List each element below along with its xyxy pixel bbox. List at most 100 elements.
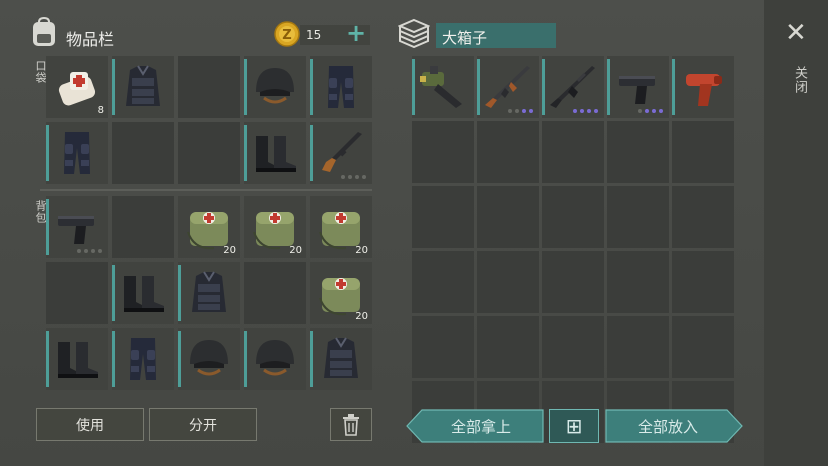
item-count: 20 (355, 245, 368, 256)
empty-slot[interactable] (412, 316, 474, 378)
attachment-dot (341, 175, 345, 179)
attachment-dot (355, 175, 359, 179)
inventory-slot[interactable] (178, 262, 240, 324)
slot-equip-marker (310, 125, 313, 181)
inventory-slot[interactable] (178, 328, 240, 390)
empty-slot[interactable] (542, 121, 604, 183)
empty-slot[interactable] (672, 316, 734, 378)
slot-equip-marker (112, 59, 115, 115)
slot-equip-marker (244, 59, 247, 115)
slot-equip-marker (178, 265, 181, 321)
attachment-dot (362, 175, 366, 179)
add-coins-button[interactable]: + (346, 20, 366, 46)
inventory-slot[interactable] (310, 56, 372, 118)
empty-slot[interactable] (112, 196, 174, 258)
attachment-dot (77, 249, 81, 253)
empty-slot[interactable] (607, 121, 669, 183)
take-all-button[interactable]: 全部拿上 (406, 409, 544, 443)
empty-slot[interactable] (607, 251, 669, 313)
attachment-dot (98, 249, 102, 253)
empty-slot[interactable] (46, 262, 108, 324)
inventory-slot[interactable] (244, 56, 306, 118)
slot-equip-marker (607, 59, 610, 115)
empty-slot[interactable] (672, 121, 734, 183)
inventory-slot[interactable] (112, 262, 174, 324)
empty-slot[interactable] (477, 186, 539, 248)
inventory-slot[interactable]: 20 (244, 196, 306, 258)
slot-equip-marker (310, 59, 313, 115)
inventory-slot[interactable] (244, 122, 306, 184)
inventory-slot[interactable] (310, 122, 372, 184)
box-title: 大箱子 (442, 29, 488, 47)
inventory-slot[interactable]: 20 (310, 262, 372, 324)
split-button[interactable]: 分开 (149, 408, 257, 441)
attachment-dot (84, 249, 88, 253)
empty-slot[interactable] (542, 316, 604, 378)
inventory-slot[interactable] (46, 196, 108, 258)
svg-text:Z: Z (282, 28, 291, 43)
empty-slot[interactable] (412, 251, 474, 313)
empty-slot[interactable] (178, 122, 240, 184)
trash-button[interactable] (330, 408, 372, 441)
empty-slot[interactable] (607, 316, 669, 378)
empty-slot[interactable] (542, 186, 604, 248)
attachment-dot (652, 109, 656, 113)
slot-equip-marker (542, 59, 545, 115)
slot-equip-marker (46, 331, 49, 387)
inventory-slot[interactable] (477, 56, 539, 118)
trash-icon (343, 413, 359, 436)
inventory-slot[interactable] (112, 56, 174, 118)
inventory-slot[interactable]: 20 (310, 196, 372, 258)
close-button[interactable]: ✕ (785, 18, 807, 48)
box-icon (397, 18, 431, 49)
inventory-slot[interactable] (310, 328, 372, 390)
empty-slot[interactable] (542, 251, 604, 313)
inventory-slot[interactable]: 20 (178, 196, 240, 258)
inventory-slot[interactable] (244, 328, 306, 390)
inventory-screen: 物品栏 Z 15 + 大箱子 ✕ 关闭 口袋 背包 8 20 20 20 20 使用 … (0, 0, 828, 466)
empty-slot[interactable] (672, 186, 734, 248)
grid-sort-icon: ⊞ (565, 414, 583, 438)
slot-equip-marker (244, 331, 247, 387)
slot-equip-marker (477, 59, 480, 115)
empty-slot[interactable] (244, 262, 306, 324)
slot-equip-marker (310, 331, 313, 387)
attachment-dot (529, 109, 533, 113)
slot-equip-marker (112, 331, 115, 387)
attachment-dot (515, 109, 519, 113)
inventory-slot[interactable] (672, 56, 734, 118)
item-count: 20 (289, 245, 302, 256)
attachment-dots (508, 109, 533, 113)
inventory-slot[interactable] (412, 56, 474, 118)
empty-slot[interactable] (412, 121, 474, 183)
put-all-button[interactable]: 全部放入 (605, 409, 743, 443)
slot-equip-marker (672, 59, 675, 115)
sort-grid-button[interactable]: ⊞ (549, 409, 599, 443)
put-all-label: 全部放入 (637, 417, 698, 436)
inventory-slot[interactable] (46, 122, 108, 184)
close-label: 关闭 (792, 66, 807, 94)
empty-slot[interactable] (477, 251, 539, 313)
inventory-slot[interactable] (112, 328, 174, 390)
item-count: 20 (223, 245, 236, 256)
inventory-title: 物品栏 (66, 30, 115, 49)
attachment-dots (573, 109, 598, 113)
inventory-slot[interactable]: 8 (46, 56, 108, 118)
inventory-slot[interactable] (46, 328, 108, 390)
empty-slot[interactable] (607, 186, 669, 248)
item-count: 8 (97, 105, 104, 116)
empty-slot[interactable] (672, 251, 734, 313)
attachment-dot (508, 109, 512, 113)
inventory-slot[interactable] (542, 56, 604, 118)
empty-slot[interactable] (477, 121, 539, 183)
empty-slot[interactable] (412, 186, 474, 248)
backpack-header-icon (30, 16, 58, 47)
slot-equip-marker (112, 265, 115, 321)
empty-slot[interactable] (178, 56, 240, 118)
inventory-slot[interactable] (607, 56, 669, 118)
empty-slot[interactable] (112, 122, 174, 184)
section-divider (40, 189, 372, 191)
coin-count: 15 (306, 28, 322, 42)
use-button[interactable]: 使用 (36, 408, 144, 441)
empty-slot[interactable] (477, 316, 539, 378)
